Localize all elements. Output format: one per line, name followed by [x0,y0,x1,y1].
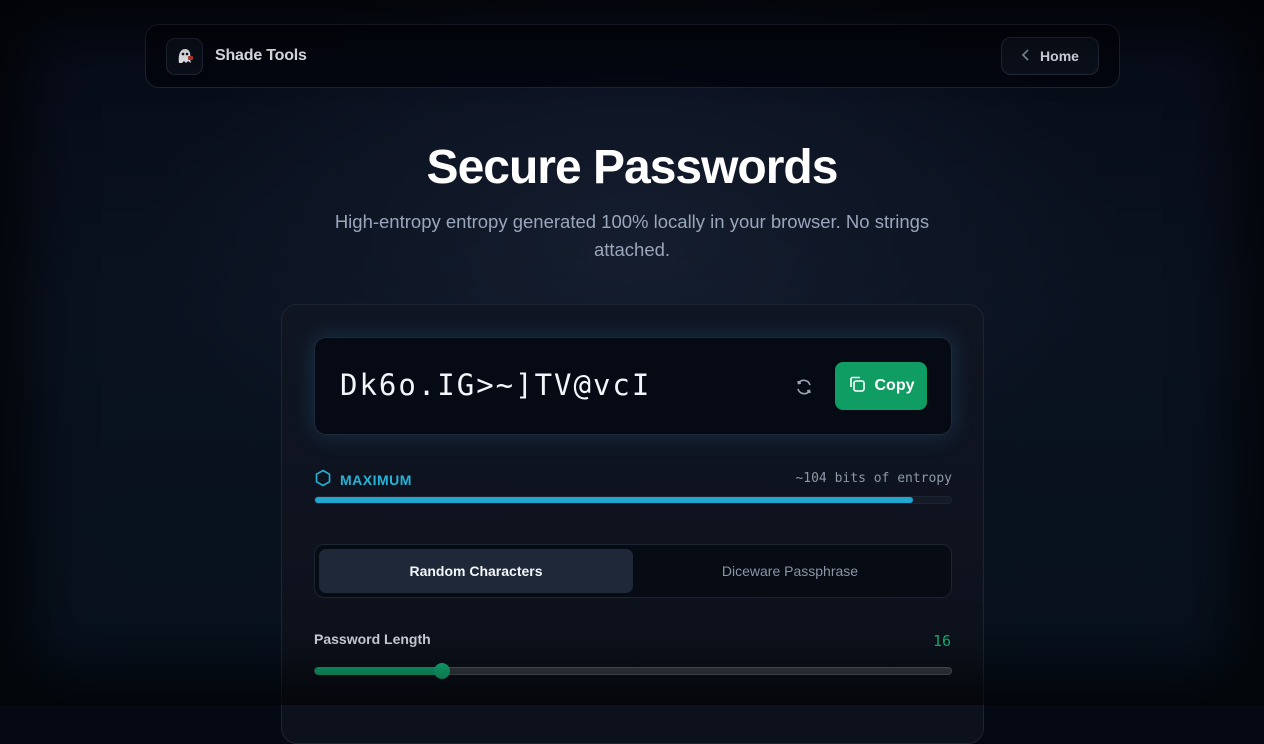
password-length-slider[interactable] [314,667,952,675]
password-length-value: 16 [933,632,951,650]
tab-diceware-passphrase[interactable]: Diceware Passphrase [633,549,947,593]
brand-name[interactable]: Shade Tools [215,47,307,65]
password-length-label: Password Length [314,631,431,647]
slider-fill [315,667,442,675]
ghost-logo-icon[interactable] [166,38,203,75]
generator-card: Dk6o.IG>~]TV@vcI Copy [281,304,984,744]
copy-button[interactable]: Copy [835,362,927,410]
strength-bar [314,496,952,504]
strength-row: MAXIMUM ~104 bits of entropy [314,467,952,489]
page-title: Secure Passwords [0,140,1264,195]
mode-tabs: Random Characters Diceware Passphrase [314,544,952,598]
strength-bar-fill [315,497,913,503]
home-button[interactable]: Home [1001,37,1099,75]
refresh-icon[interactable] [791,374,817,400]
home-button-label: Home [1040,48,1079,64]
slider-thumb[interactable] [434,663,450,679]
copy-icon [848,375,866,398]
page-subtitle: High-entropy entropy generated 100% loca… [310,208,954,264]
hexagon-icon [314,469,332,490]
strength-label: MAXIMUM [340,472,412,488]
copy-button-label: Copy [875,377,915,395]
password-display: Dk6o.IG>~]TV@vcI Copy [314,337,952,435]
generated-password[interactable]: Dk6o.IG>~]TV@vcI [340,368,651,402]
chevron-left-icon [1021,49,1030,64]
tab-random-characters[interactable]: Random Characters [319,549,633,593]
top-navbar: Shade Tools Home [145,24,1120,88]
strength-indicator: MAXIMUM [314,469,412,490]
entropy-readout: ~104 bits of entropy [795,471,952,486]
